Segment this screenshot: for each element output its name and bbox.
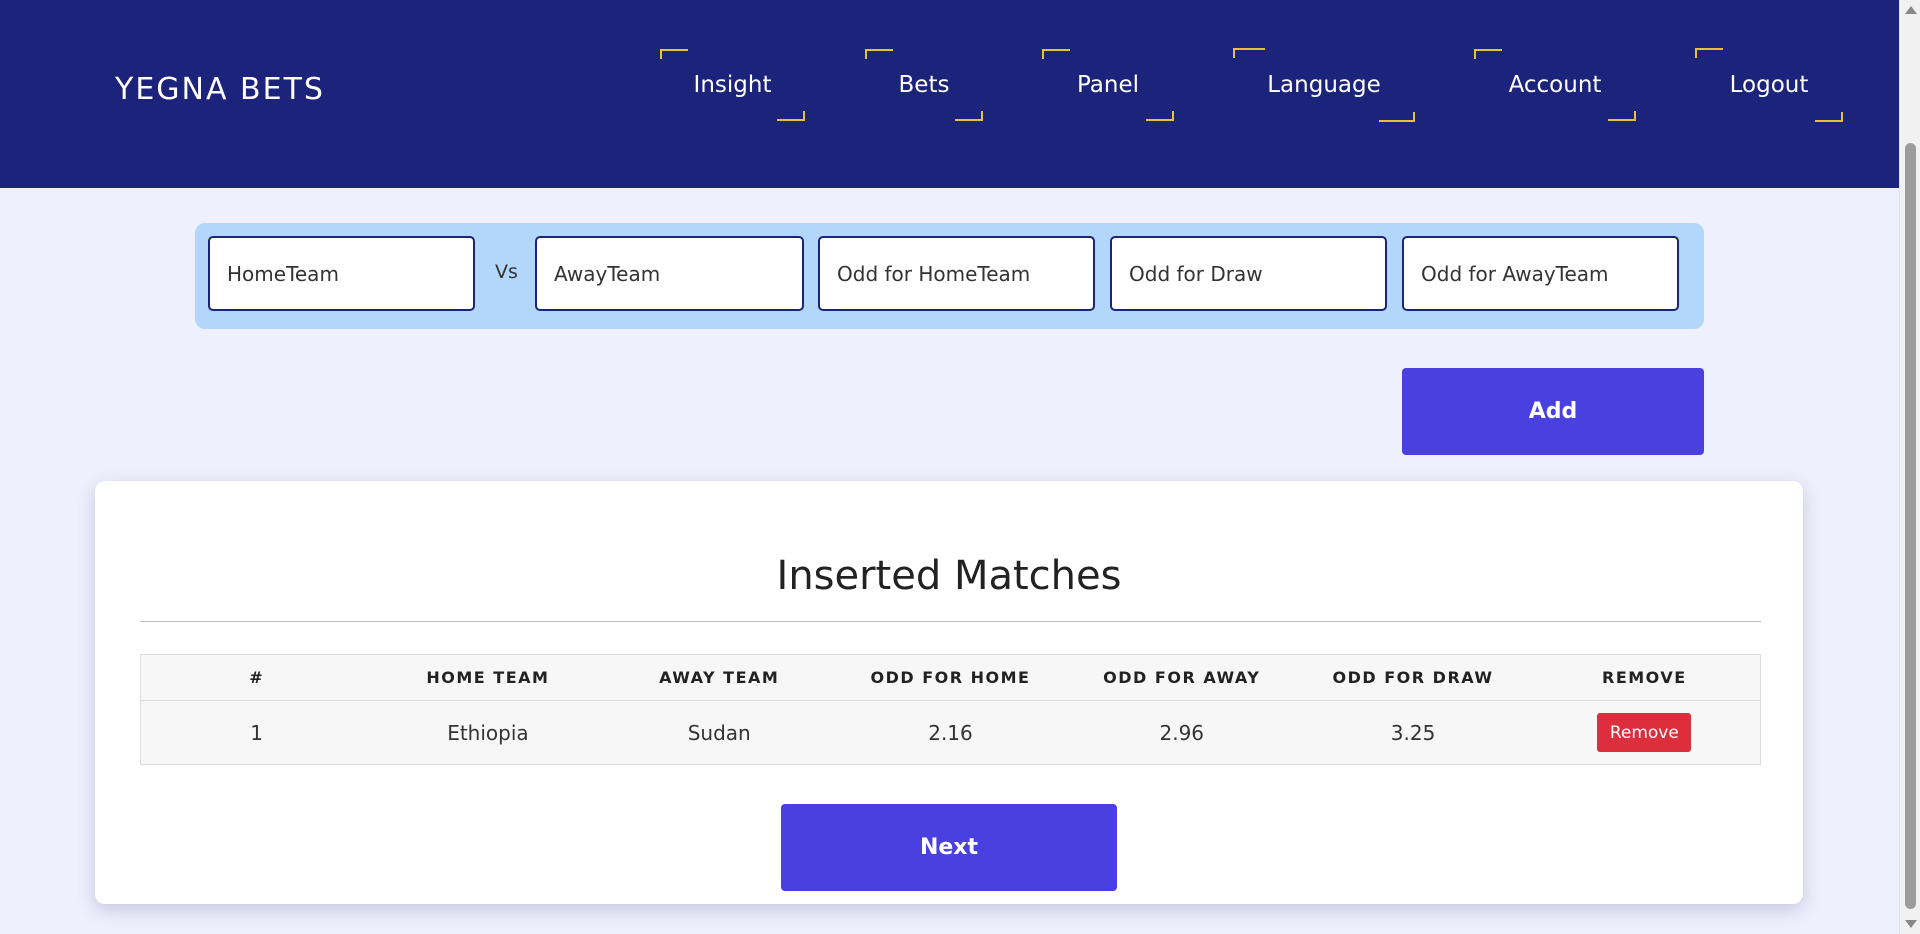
column-header: ODD FOR HOME [870, 668, 1031, 687]
away-team-cell: Sudan [687, 720, 751, 745]
home-team-cell: Ethiopia [447, 720, 529, 745]
nav-bets[interactable]: Bets [865, 49, 983, 121]
nav-insight[interactable]: Insight [660, 49, 805, 121]
corner-decoration-icon [660, 49, 688, 59]
odd-home-cell: 2.16 [928, 720, 973, 745]
corner-decoration-icon [1474, 49, 1502, 59]
scroll-down-icon[interactable] [1905, 920, 1917, 928]
table-row: 1 Ethiopia Sudan 2.16 2.96 3.25 Remove [141, 701, 1760, 764]
odd-away-input[interactable] [1402, 236, 1679, 311]
away-team-input[interactable] [535, 236, 804, 311]
corner-decoration-icon [1233, 48, 1265, 58]
brand-logo[interactable]: YEGNA BETS [115, 72, 325, 107]
nav-language[interactable]: Language [1233, 48, 1415, 122]
nav-account-label: Account [1508, 72, 1602, 98]
column-header: ODD FOR AWAY [1103, 668, 1261, 687]
add-button[interactable]: Add [1402, 368, 1704, 455]
column-header: AWAY TEAM [659, 668, 780, 687]
divider [140, 621, 1761, 622]
nav-bets-label: Bets [898, 72, 950, 98]
corner-decoration-icon [777, 111, 805, 121]
odd-draw-input[interactable] [1110, 236, 1387, 311]
row-number: 1 [250, 720, 263, 745]
column-header: ODD FOR DRAW [1332, 668, 1494, 687]
nav-account[interactable]: Account [1474, 49, 1636, 121]
corner-decoration-icon [1042, 49, 1070, 59]
column-header: HOME TEAM [426, 668, 550, 687]
vertical-scrollbar[interactable] [1899, 0, 1920, 934]
home-team-input[interactable] [208, 236, 475, 311]
nav-insight-label: Insight [693, 72, 772, 98]
scroll-thumb[interactable] [1905, 143, 1916, 909]
match-input-form: Vs [195, 223, 1704, 329]
matches-table: # HOME TEAM AWAY TEAM ODD FOR HOME ODD F… [140, 654, 1761, 765]
remove-cell: Remove [1529, 713, 1760, 752]
nav-panel-label: Panel [1076, 72, 1140, 98]
odd-draw-cell: 3.25 [1390, 720, 1436, 745]
corner-decoration-icon [1608, 111, 1636, 121]
table-header-row: # HOME TEAM AWAY TEAM ODD FOR HOME ODD F… [141, 655, 1760, 701]
corner-decoration-icon [955, 111, 983, 121]
remove-button[interactable]: Remove [1597, 713, 1692, 752]
odd-home-input[interactable] [818, 236, 1095, 311]
corner-decoration-icon [1379, 112, 1415, 122]
odd-away-cell: 2.96 [1159, 720, 1205, 745]
corner-decoration-icon [1695, 48, 1723, 58]
corner-decoration-icon [1815, 112, 1843, 122]
corner-decoration-icon [1146, 111, 1174, 121]
inserted-matches-card: Inserted Matches # HOME TEAM AWAY TEAM O… [95, 481, 1803, 904]
top-navbar: YEGNA BETS Insight Bets Panel Language A… [0, 0, 1899, 188]
column-header: REMOVE [1602, 668, 1687, 687]
scroll-up-icon[interactable] [1905, 6, 1917, 14]
nav-language-label: Language [1267, 72, 1381, 98]
column-header: # [249, 668, 265, 687]
nav-panel[interactable]: Panel [1042, 49, 1174, 121]
nav-logout-label: Logout [1729, 72, 1809, 98]
next-button[interactable]: Next [781, 804, 1117, 891]
card-title: Inserted Matches [776, 553, 1122, 599]
vs-label: Vs [495, 261, 518, 283]
corner-decoration-icon [865, 49, 893, 59]
nav-logout[interactable]: Logout [1695, 48, 1843, 122]
